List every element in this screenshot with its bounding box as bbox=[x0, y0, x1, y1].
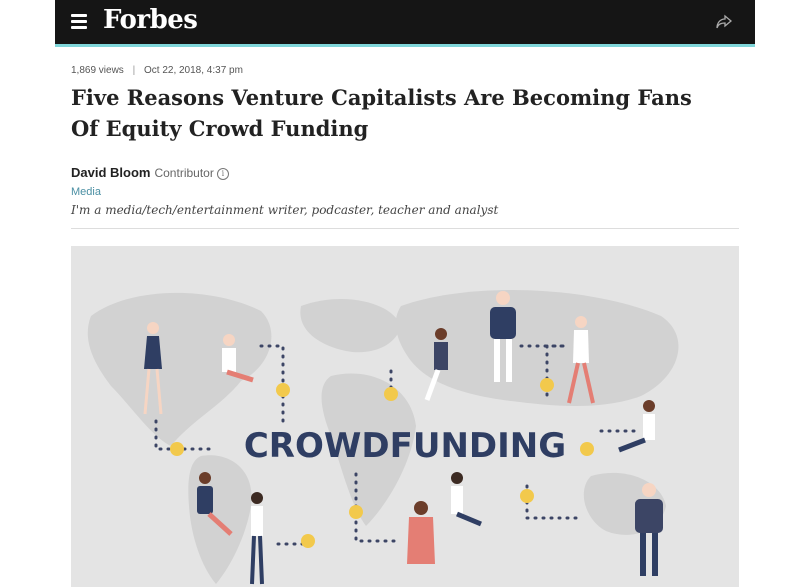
hamburger-menu-icon[interactable] bbox=[71, 14, 87, 29]
channel-link[interactable]: Media bbox=[71, 186, 101, 198]
author-role: Contributor bbox=[154, 166, 214, 180]
crowdfunding-illustration: CROWDFUNDING bbox=[71, 246, 739, 587]
forbes-logo[interactable]: Forbes bbox=[103, 5, 198, 35]
info-icon[interactable]: i bbox=[216, 167, 229, 180]
hero-image-text: CROWDFUNDING bbox=[244, 426, 566, 466]
article-title: Five Reasons Venture Capitalists Are Bec… bbox=[71, 85, 692, 141]
article-meta: 1,869 views | Oct 22, 2018, 4:37 pm bbox=[71, 65, 243, 76]
author-bio: I'm a media/tech/entertainment writer, p… bbox=[71, 203, 499, 217]
divider bbox=[71, 228, 739, 229]
author-name[interactable]: David Bloom bbox=[71, 165, 150, 180]
meta-separator: | bbox=[132, 65, 136, 76]
view-count: 1,869 views bbox=[71, 65, 124, 76]
publish-date: Oct 22, 2018, 4:37 pm bbox=[143, 65, 243, 76]
hero-image: CROWDFUNDING bbox=[71, 246, 739, 587]
share-arrow-icon[interactable] bbox=[715, 14, 733, 30]
author-line: David Bloom Contributor i bbox=[71, 165, 229, 180]
top-navigation-bar: Forbes bbox=[55, 0, 755, 47]
